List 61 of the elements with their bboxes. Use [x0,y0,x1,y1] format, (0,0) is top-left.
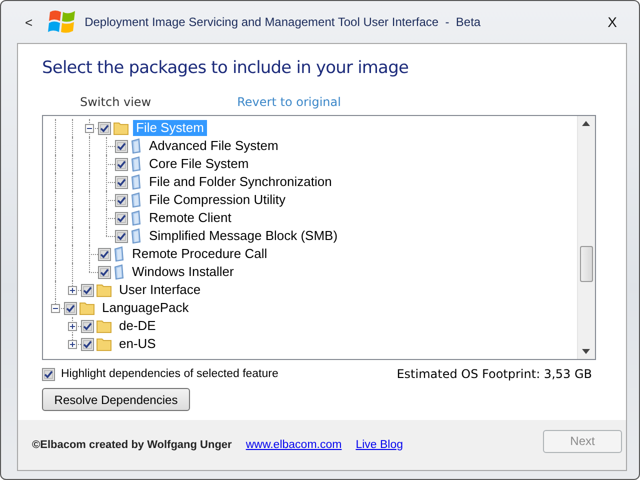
package-icon [130,228,142,244]
tree-item[interactable]: Remote Procedure Call [129,246,270,262]
back-button[interactable]: < [19,14,39,30]
scrollbar-thumb[interactable] [580,246,593,282]
folder-icon [96,282,112,298]
tree-item[interactable]: en-US [116,336,159,352]
checkbox[interactable] [42,368,55,380]
folder-icon [113,120,129,136]
close-button[interactable]: X [602,14,623,30]
checkbox[interactable] [115,158,128,170]
footprint-text: Estimated OS Footprint: 3,53 GB [396,367,592,381]
tree-item[interactable]: Simplified Message Block (SMB) [146,228,341,244]
checkbox[interactable] [115,230,128,242]
collapse-icon[interactable] [51,304,60,313]
checkbox-label: Highlight dependencies of selected feature [61,368,278,380]
tree-item[interactable]: Advanced File System [146,138,282,154]
revert-link[interactable]: Revert to original [237,95,341,109]
windows-logo-icon [46,8,77,36]
checkbox[interactable] [115,140,128,152]
checkbox[interactable] [81,284,94,296]
package-icon [130,156,142,172]
package-icon [130,138,142,154]
tree-item[interactable]: de-DE [116,318,159,334]
expand-icon[interactable] [68,322,77,331]
checkbox[interactable] [81,338,94,350]
tree-item[interactable]: File Compression Utility [146,192,289,208]
checkbox[interactable] [64,302,77,314]
scroll-down-icon[interactable] [582,349,590,354]
checkbox[interactable] [115,176,128,188]
window-title: Deployment Image Servicing and Management Tool User Interface - Beta [84,15,482,29]
checkbox[interactable] [98,122,111,134]
page-heading: Select the packages to include in your image [42,58,410,78]
checkbox[interactable] [98,266,111,278]
folder-icon [79,300,95,316]
expand-icon[interactable] [68,340,77,349]
checkbox[interactable] [115,212,128,224]
tree-item[interactable]: Windows Installer [129,264,237,280]
package-icon [130,210,142,226]
tree-item[interactable]: Remote Client [146,210,234,226]
checkbox[interactable] [115,194,128,206]
collapse-icon[interactable] [85,124,94,133]
resolve-dependencies-button[interactable]: Resolve Dependencies [42,388,190,411]
package-icon [113,246,125,262]
package-icon [130,192,142,208]
scroll-up-icon[interactable] [582,121,590,126]
tree-item[interactable]: LanguagePack [99,300,192,316]
expand-icon[interactable] [68,286,77,295]
package-icon [130,174,142,190]
package-icon [113,264,125,280]
footer-link[interactable]: www.elbacom.com [246,439,342,451]
credit-text: ©Elbacom created by Wolfgang Unger [32,439,232,451]
folder-icon [96,336,112,352]
checkbox[interactable] [81,320,94,332]
tree-item[interactable]: File and Folder Synchronization [146,174,335,190]
tree-item[interactable]: Core File System [146,156,252,172]
scrollbar[interactable] [577,116,595,359]
switch-view-link[interactable]: Switch view [80,95,152,109]
tree-item[interactable]: User Interface [116,282,204,298]
checkbox[interactable] [98,248,111,260]
folder-icon [96,318,112,334]
footer-link[interactable]: Live Blog [356,439,404,451]
